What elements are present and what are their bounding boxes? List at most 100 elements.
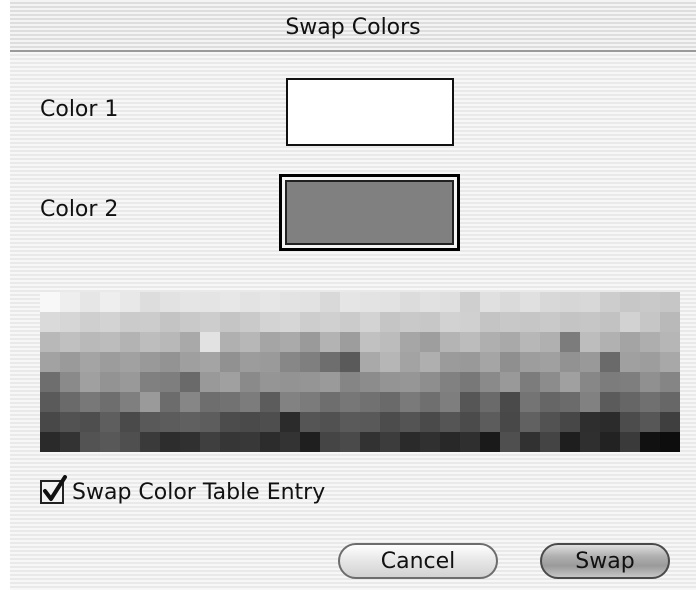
palette-swatch[interactable] xyxy=(520,372,540,392)
palette-swatch[interactable] xyxy=(80,432,100,452)
palette-swatch[interactable] xyxy=(80,292,100,312)
palette-swatch[interactable] xyxy=(140,352,160,372)
palette-swatch[interactable] xyxy=(200,412,220,432)
palette-swatch[interactable] xyxy=(40,392,60,412)
palette-swatch[interactable] xyxy=(620,292,640,312)
palette-swatch[interactable] xyxy=(480,392,500,412)
palette-swatch[interactable] xyxy=(520,332,540,352)
palette-swatch[interactable] xyxy=(540,312,560,332)
palette-swatch[interactable] xyxy=(80,352,100,372)
palette-swatch[interactable] xyxy=(560,312,580,332)
palette-swatch[interactable] xyxy=(640,292,660,312)
palette-swatch[interactable] xyxy=(380,432,400,452)
palette-swatch[interactable] xyxy=(540,392,560,412)
palette-swatch[interactable] xyxy=(380,412,400,432)
palette-swatch[interactable] xyxy=(140,372,160,392)
palette-swatch[interactable] xyxy=(60,372,80,392)
palette-swatch[interactable] xyxy=(420,432,440,452)
palette-swatch[interactable] xyxy=(40,312,60,332)
palette-swatch[interactable] xyxy=(40,352,60,372)
palette-swatch[interactable] xyxy=(640,312,660,332)
palette-swatch[interactable] xyxy=(340,412,360,432)
palette-swatch[interactable] xyxy=(60,292,80,312)
palette-swatch[interactable] xyxy=(120,432,140,452)
palette-swatch[interactable] xyxy=(60,312,80,332)
palette-swatch[interactable] xyxy=(220,372,240,392)
palette-swatch[interactable] xyxy=(120,412,140,432)
palette-swatch[interactable] xyxy=(340,352,360,372)
palette-swatch[interactable] xyxy=(440,332,460,352)
palette-swatch[interactable] xyxy=(360,332,380,352)
palette-swatch[interactable] xyxy=(580,372,600,392)
palette-swatch[interactable] xyxy=(360,412,380,432)
palette-swatch[interactable] xyxy=(300,432,320,452)
palette-swatch[interactable] xyxy=(340,392,360,412)
palette-swatch[interactable] xyxy=(40,412,60,432)
palette-swatch[interactable] xyxy=(420,352,440,372)
palette-swatch[interactable] xyxy=(480,312,500,332)
palette-swatch[interactable] xyxy=(520,392,540,412)
palette-swatch[interactable] xyxy=(420,312,440,332)
palette-swatch[interactable] xyxy=(660,412,680,432)
palette-swatch[interactable] xyxy=(620,372,640,392)
palette-swatch[interactable] xyxy=(200,352,220,372)
palette-swatch[interactable] xyxy=(260,352,280,372)
palette-swatch[interactable] xyxy=(500,292,520,312)
palette-swatch[interactable] xyxy=(200,312,220,332)
palette-swatch[interactable] xyxy=(60,392,80,412)
palette-swatch[interactable] xyxy=(140,412,160,432)
palette-swatch[interactable] xyxy=(320,432,340,452)
palette-swatch[interactable] xyxy=(140,392,160,412)
palette-swatch[interactable] xyxy=(320,312,340,332)
palette-swatch[interactable] xyxy=(320,332,340,352)
palette-swatch[interactable] xyxy=(420,412,440,432)
palette-swatch[interactable] xyxy=(620,352,640,372)
palette-swatch[interactable] xyxy=(400,392,420,412)
palette-swatch[interactable] xyxy=(180,292,200,312)
palette-swatch[interactable] xyxy=(500,432,520,452)
palette-swatch[interactable] xyxy=(240,392,260,412)
palette-swatch[interactable] xyxy=(460,412,480,432)
palette-swatch[interactable] xyxy=(140,332,160,352)
palette-swatch[interactable] xyxy=(620,392,640,412)
palette-swatch[interactable] xyxy=(160,392,180,412)
palette-swatch[interactable] xyxy=(180,432,200,452)
palette-swatch[interactable] xyxy=(400,372,420,392)
palette-swatch[interactable] xyxy=(640,372,660,392)
palette-swatch[interactable] xyxy=(300,312,320,332)
palette-swatch[interactable] xyxy=(540,372,560,392)
palette-swatch[interactable] xyxy=(460,432,480,452)
palette-swatch[interactable] xyxy=(660,312,680,332)
palette-swatch[interactable] xyxy=(240,292,260,312)
palette-swatch[interactable] xyxy=(280,352,300,372)
palette-swatch[interactable] xyxy=(260,392,280,412)
palette-swatch[interactable] xyxy=(240,312,260,332)
palette-swatch[interactable] xyxy=(540,292,560,312)
palette-swatch[interactable] xyxy=(480,412,500,432)
palette-swatch[interactable] xyxy=(120,292,140,312)
palette-swatch[interactable] xyxy=(460,372,480,392)
palette-swatch[interactable] xyxy=(60,412,80,432)
palette-swatch[interactable] xyxy=(300,372,320,392)
palette-swatch[interactable] xyxy=(260,312,280,332)
palette-swatch[interactable] xyxy=(300,332,320,352)
palette-swatch[interactable] xyxy=(360,292,380,312)
palette-swatch[interactable] xyxy=(80,312,100,332)
palette-swatch[interactable] xyxy=(300,352,320,372)
palette-swatch[interactable] xyxy=(500,352,520,372)
palette-swatch[interactable] xyxy=(220,292,240,312)
palette-swatch[interactable] xyxy=(460,392,480,412)
palette-swatch[interactable] xyxy=(560,332,580,352)
palette-swatch[interactable] xyxy=(640,352,660,372)
palette-swatch[interactable] xyxy=(80,412,100,432)
palette-swatch[interactable] xyxy=(120,312,140,332)
palette-swatch[interactable] xyxy=(380,332,400,352)
palette-swatch[interactable] xyxy=(240,332,260,352)
palette-swatch[interactable] xyxy=(100,352,120,372)
palette-swatch[interactable] xyxy=(520,292,540,312)
palette-swatch[interactable] xyxy=(160,412,180,432)
palette-swatch[interactable] xyxy=(340,312,360,332)
palette-swatch[interactable] xyxy=(280,412,300,432)
palette-swatch[interactable] xyxy=(500,372,520,392)
palette-swatch[interactable] xyxy=(580,332,600,352)
